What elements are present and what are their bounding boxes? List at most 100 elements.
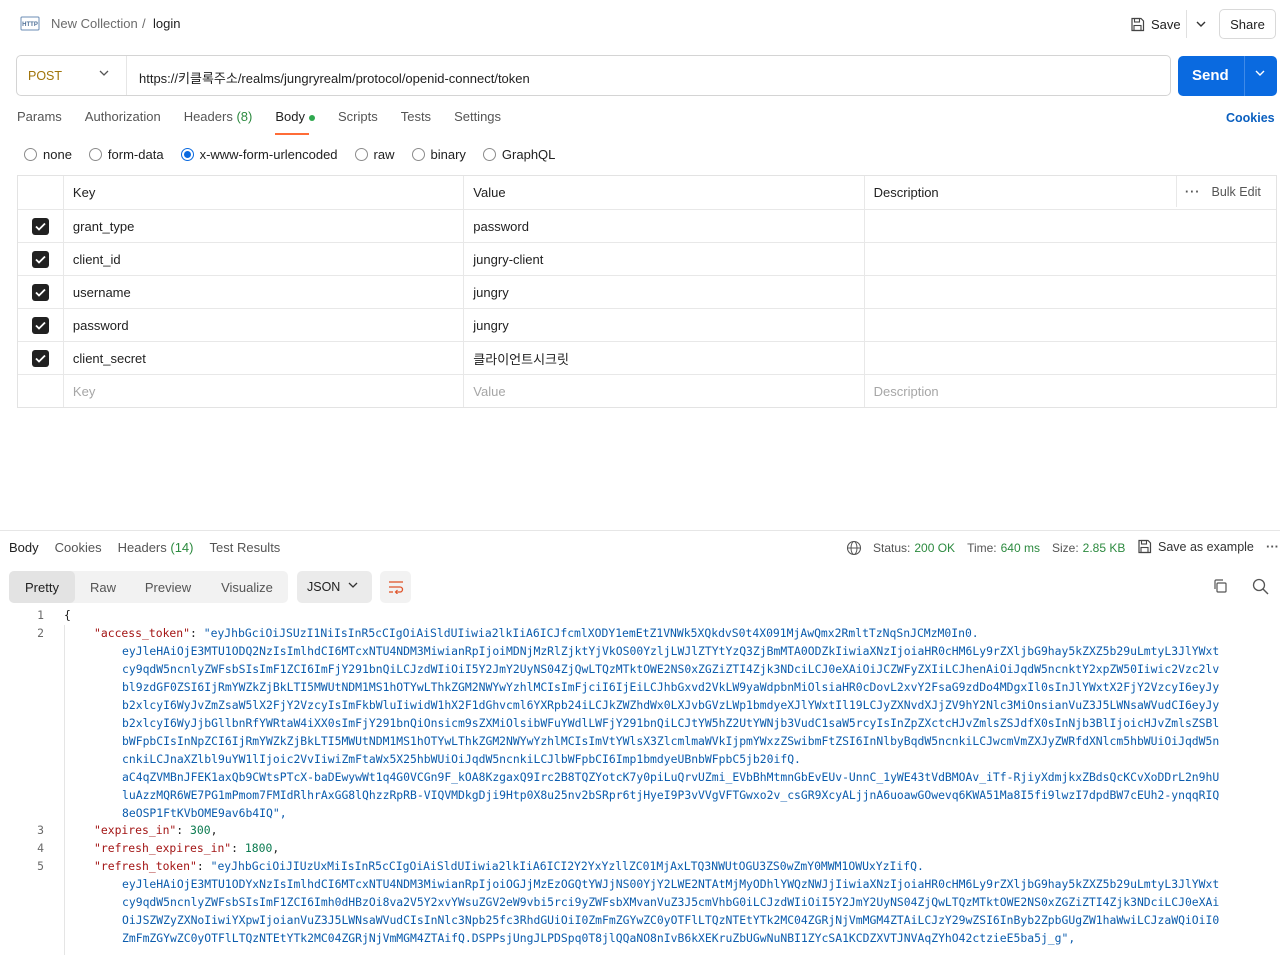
- row-description[interactable]: [863, 243, 1276, 275]
- more-icon[interactable]: ···: [1266, 539, 1279, 554]
- row-description[interactable]: [863, 342, 1276, 374]
- row-checkbox[interactable]: [31, 349, 49, 367]
- tab-scripts[interactable]: Scripts: [338, 109, 378, 131]
- json-string-cont: 8eOSP1FtKVbOME9av6b4IQ",: [122, 806, 287, 820]
- row-checkbox[interactable]: [31, 316, 49, 334]
- chevron-down-icon: [1196, 21, 1205, 27]
- response-tab-cookies[interactable]: Cookies: [55, 540, 102, 555]
- cookies-link[interactable]: Cookies: [1226, 111, 1275, 125]
- radio-binary[interactable]: binary: [411, 147, 466, 162]
- row-checkbox[interactable]: [31, 250, 49, 268]
- wrap-lines-button[interactable]: [380, 571, 411, 603]
- radio-label: x-www-form-urlencoded: [199, 147, 338, 162]
- row-key[interactable]: username: [62, 276, 463, 308]
- header-value: Value: [463, 176, 863, 209]
- code-line: "refresh_token": "eyJhbGciOiJIUzUxMiIsIn…: [94, 859, 924, 873]
- time-value[interactable]: 640 ms: [1001, 541, 1040, 555]
- request-tabs: Params Authorization Headers (8) Body Sc…: [17, 109, 524, 135]
- row-description[interactable]: [863, 309, 1276, 341]
- view-pretty[interactable]: Pretty: [9, 571, 75, 603]
- send-label: Send: [1192, 67, 1229, 84]
- row-key[interactable]: client_secret: [62, 342, 463, 374]
- row-key[interactable]: client_id: [62, 243, 463, 275]
- radio-form-data[interactable]: form-data: [88, 147, 164, 162]
- share-button[interactable]: Share: [1219, 9, 1276, 39]
- search-icon[interactable]: [1252, 578, 1269, 595]
- view-visualize[interactable]: Visualize: [209, 571, 285, 603]
- request-name[interactable]: login: [153, 16, 180, 31]
- radio-graphql[interactable]: GraphQL: [482, 147, 556, 162]
- row-value[interactable]: 클라이언트시크릿: [463, 342, 863, 374]
- radio-urlencoded[interactable]: x-www-form-urlencoded: [180, 147, 338, 162]
- code-line: "access_token": "eyJhbGciOiJSUzI1NiIsInR…: [94, 626, 979, 640]
- json-key: "refresh_expires_in": [94, 841, 232, 855]
- row-key[interactable]: grant_type: [62, 210, 463, 242]
- response-meta: Status: 200 OK Time: 640 ms Size: 2.85 KB: [846, 540, 1137, 556]
- json-number: 300: [190, 823, 211, 837]
- radio-circle-selected: [180, 148, 194, 161]
- url-input[interactable]: https://키클록주소/realms/jungryrealm/protoco…: [139, 68, 530, 87]
- response-tab-headers[interactable]: Headers (14): [118, 540, 194, 555]
- radio-circle: [411, 148, 425, 161]
- row-value[interactable]: jungry-client: [463, 243, 863, 275]
- chevron-down-icon[interactable]: [1255, 70, 1265, 76]
- key-placeholder[interactable]: Key: [62, 375, 463, 407]
- header-description-label: Description: [873, 185, 939, 200]
- radio-circle: [482, 148, 496, 161]
- checkmark-icon: [35, 354, 46, 363]
- json-string-cont: eyJleHAiOjE3MTU1ODQ2NzIsImlhdCI6MTcxNTU4…: [122, 644, 1220, 658]
- json-string: "eyJhbGciOiJIUzUxMiIsInR5cCIgOiAiSldUIiw…: [210, 859, 924, 873]
- radio-circle: [354, 148, 368, 161]
- more-icon[interactable]: ···: [1185, 185, 1201, 199]
- tab-tests[interactable]: Tests: [401, 109, 431, 131]
- send-divider: [1244, 56, 1245, 96]
- breadcrumb-collection[interactable]: New Collection: [51, 16, 138, 31]
- size-value[interactable]: 2.85 KB: [1083, 541, 1126, 555]
- save-as-example-button[interactable]: Save as example: [1137, 539, 1254, 554]
- row-checkbox[interactable]: [31, 217, 49, 235]
- tab-body[interactable]: Body: [275, 109, 315, 135]
- tab-settings[interactable]: Settings: [454, 109, 501, 131]
- radio-label: GraphQL: [501, 147, 556, 162]
- row-checkbox[interactable]: [31, 283, 49, 301]
- json-key: "access_token": [94, 626, 191, 640]
- checkmark-icon: [35, 222, 46, 231]
- save-button[interactable]: Save: [1122, 10, 1186, 38]
- copy-icon[interactable]: [1212, 578, 1228, 594]
- checkmark-icon: [35, 255, 46, 264]
- response-tab-test-results[interactable]: Test Results: [210, 540, 281, 555]
- tab-headers[interactable]: Headers (8): [184, 109, 253, 131]
- globe-icon[interactable]: [846, 540, 862, 556]
- description-placeholder[interactable]: Description: [863, 375, 1276, 407]
- header-key: Key: [62, 176, 463, 209]
- radio-raw[interactable]: raw: [354, 147, 395, 162]
- view-preview[interactable]: Preview: [133, 571, 203, 603]
- row-description[interactable]: [863, 276, 1276, 308]
- response-divider[interactable]: [0, 530, 1280, 531]
- json-string-cont: cnkiLCJnaXZlbl9uYW1lIjoic2VvIiwiZmFtaWx5…: [122, 752, 801, 766]
- status-value: 200 OK: [914, 541, 956, 555]
- status-label: Status:: [873, 541, 911, 555]
- line-number: 2: [37, 626, 44, 640]
- tab-params[interactable]: Params: [17, 109, 62, 131]
- view-raw[interactable]: Raw: [77, 571, 129, 603]
- bulk-edit-button[interactable]: ··· Bulk Edit: [1175, 176, 1276, 207]
- row-key[interactable]: password: [62, 309, 463, 341]
- radio-none[interactable]: none: [24, 147, 72, 162]
- row-value[interactable]: password: [463, 210, 863, 242]
- line-number: 3: [37, 823, 44, 837]
- response-tab-body[interactable]: Body: [9, 540, 39, 555]
- row-description[interactable]: [863, 210, 1276, 242]
- response-body-code[interactable]: 1 { 2 "access_token": "eyJhbGciOiJSUzI1N…: [0, 607, 1280, 957]
- row-value[interactable]: jungry: [463, 276, 863, 308]
- save-options-button[interactable]: [1186, 10, 1214, 38]
- radio-label: binary: [430, 147, 466, 162]
- send-button[interactable]: Send: [1178, 56, 1277, 96]
- row-value[interactable]: jungry: [463, 309, 863, 341]
- tab-authorization[interactable]: Authorization: [85, 109, 161, 131]
- header-check-col: [18, 176, 63, 209]
- method-select[interactable]: POST: [17, 56, 127, 95]
- format-select[interactable]: JSON: [297, 571, 372, 603]
- value-placeholder[interactable]: Value: [463, 375, 863, 407]
- breadcrumb-separator: /: [142, 16, 146, 31]
